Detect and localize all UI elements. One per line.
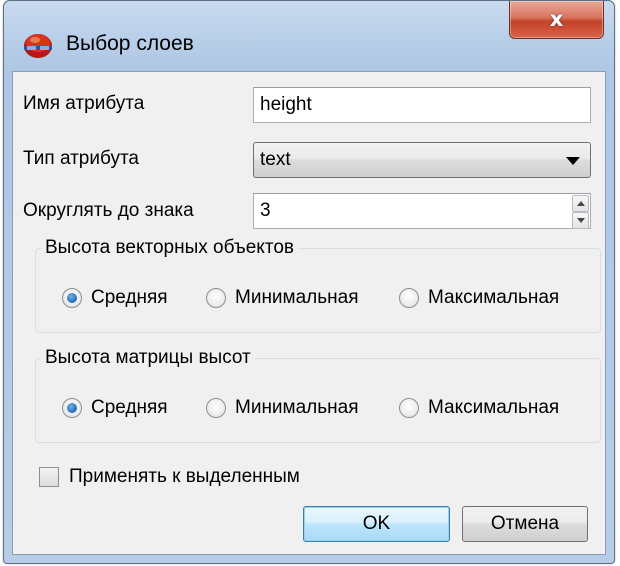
dialog-body: Имя атрибута height Тип атрибута text Ок…: [12, 71, 606, 555]
vector-radio-average-label[interactable]: Средняя: [91, 286, 168, 310]
apply-selected-label[interactable]: Применять к выделенным: [69, 465, 300, 489]
vector-radio-min-label[interactable]: Минимальная: [235, 286, 359, 310]
spin-down-button[interactable]: [572, 212, 589, 229]
dem-radio-min[interactable]: [206, 398, 226, 418]
layers-globe-icon: [24, 34, 52, 58]
round-label: Округлять до знака: [23, 200, 194, 221]
attr-name-input[interactable]: height: [253, 87, 591, 123]
round-value: 3: [260, 200, 271, 221]
close-icon: x: [549, 7, 564, 31]
dem-radio-average-label[interactable]: Средняя: [91, 396, 168, 420]
dem-radio-average[interactable]: [62, 398, 82, 418]
dem-height-group-title: Высота матрицы высот: [41, 346, 255, 370]
ok-button[interactable]: OK: [303, 506, 450, 542]
cancel-button[interactable]: Отмена: [462, 506, 588, 542]
apply-selected-checkbox[interactable]: [39, 467, 59, 487]
close-button[interactable]: x: [509, 1, 604, 39]
vector-radio-max-label[interactable]: Максимальная: [428, 286, 559, 310]
spin-buttons: [572, 195, 589, 229]
attr-type-select[interactable]: text: [253, 142, 591, 178]
spin-up-button[interactable]: [572, 195, 589, 212]
dem-radio-min-label[interactable]: Минимальная: [235, 396, 359, 420]
chevron-down-icon: [566, 157, 580, 165]
title-bar[interactable]: Выбор слоев x: [4, 1, 614, 59]
dem-radio-max[interactable]: [399, 398, 419, 418]
vector-radio-average[interactable]: [62, 288, 82, 308]
dem-radio-max-label[interactable]: Максимальная: [428, 396, 559, 420]
vector-radio-max[interactable]: [399, 288, 419, 308]
attr-name-label: Имя атрибута: [23, 93, 145, 114]
attr-type-label: Тип атрибута: [23, 148, 140, 169]
attr-type-value: text: [260, 149, 291, 170]
window-title: Выбор слоев: [66, 32, 194, 55]
vector-radio-min[interactable]: [206, 288, 226, 308]
vector-height-group-title: Высота векторных объектов: [41, 236, 298, 260]
dialog-window: Выбор слоев x Имя атрибута height Тип ат…: [3, 0, 615, 564]
round-spinbox[interactable]: 3: [253, 193, 591, 229]
